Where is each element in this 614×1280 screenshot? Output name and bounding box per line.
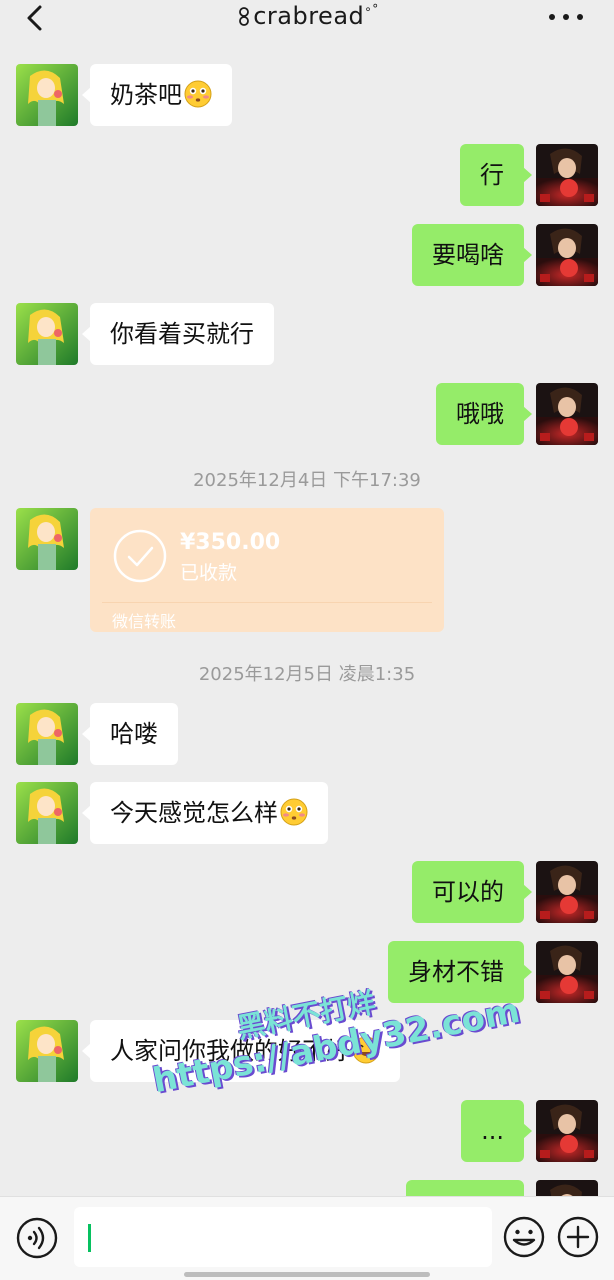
contact-avatar[interactable] [16,64,78,126]
chat-title-text: crabread [253,2,365,30]
message-bubble-outgoing[interactable]: 可以的 [412,861,532,923]
chat-header: crabread∘° [0,0,614,52]
self-avatar[interactable] [536,144,598,206]
contact-avatar[interactable] [16,303,78,365]
flower-icon [239,7,250,26]
voice-icon[interactable] [16,1217,58,1259]
check-circle-icon [113,529,167,583]
contact-avatar[interactable] [16,703,78,765]
message-input[interactable] [74,1207,492,1267]
message-text: 奶茶吧 [110,81,182,109]
flushed-face-emoji [280,798,308,826]
more-dots-icon[interactable] [544,4,588,30]
title-decoration: ∘° [364,2,379,16]
self-avatar[interactable] [536,941,598,1003]
flushed-face-emoji [184,80,212,108]
message-bubble-outgoing[interactable]: 要喝啥 [412,224,532,286]
timestamp: 2025年12月4日 下午17:39 [193,470,421,491]
self-avatar[interactable] [536,1100,598,1162]
message-text: 行 [480,161,504,189]
text-caret [88,1224,91,1252]
message-bubble-incoming[interactable]: 你看着买就行 [82,303,274,365]
message-bubble-incoming[interactable]: 今天感觉怎么样 [82,782,328,844]
message-bubble-incoming[interactable]: 哈喽 [82,703,178,765]
message-text: 要喝啥 [432,241,504,269]
self-avatar[interactable] [536,224,598,286]
self-avatar[interactable] [536,383,598,445]
chat-title: crabread∘° [0,2,614,30]
message-text: 你看着买就行 [110,320,254,348]
message-text: ... [481,1117,504,1145]
transfer-status: 已收款 [180,562,238,584]
message-text: 哦哦 [456,400,504,428]
home-indicator[interactable] [184,1272,430,1277]
transfer-card[interactable]: ¥350.00 已收款 微信转账 [90,508,444,632]
message-bubble-outgoing[interactable]: ... [461,1100,532,1162]
transfer-divider [102,602,432,603]
emoji-icon[interactable] [502,1215,546,1259]
message-text: 今天感觉怎么样 [110,799,278,827]
message-text: 哈喽 [110,720,158,748]
message-bubble-outgoing[interactable]: 行 [460,144,532,206]
contact-avatar[interactable] [16,782,78,844]
timestamp: 2025年12月5日 凌晨1:35 [198,664,416,685]
plus-icon[interactable] [556,1215,600,1259]
transfer-label: 微信转账 [112,612,177,631]
input-bar [0,1196,614,1280]
transfer-amount: ¥350.00 [180,530,281,555]
message-bubble-outgoing[interactable]: 哦哦 [436,383,532,445]
message-text: 可以的 [432,878,504,906]
contact-avatar[interactable] [16,1020,78,1082]
self-avatar[interactable] [536,861,598,923]
message-text: 身材不错 [408,958,504,986]
message-bubble-incoming[interactable]: 奶茶吧 [82,64,232,126]
contact-avatar[interactable] [16,508,78,570]
